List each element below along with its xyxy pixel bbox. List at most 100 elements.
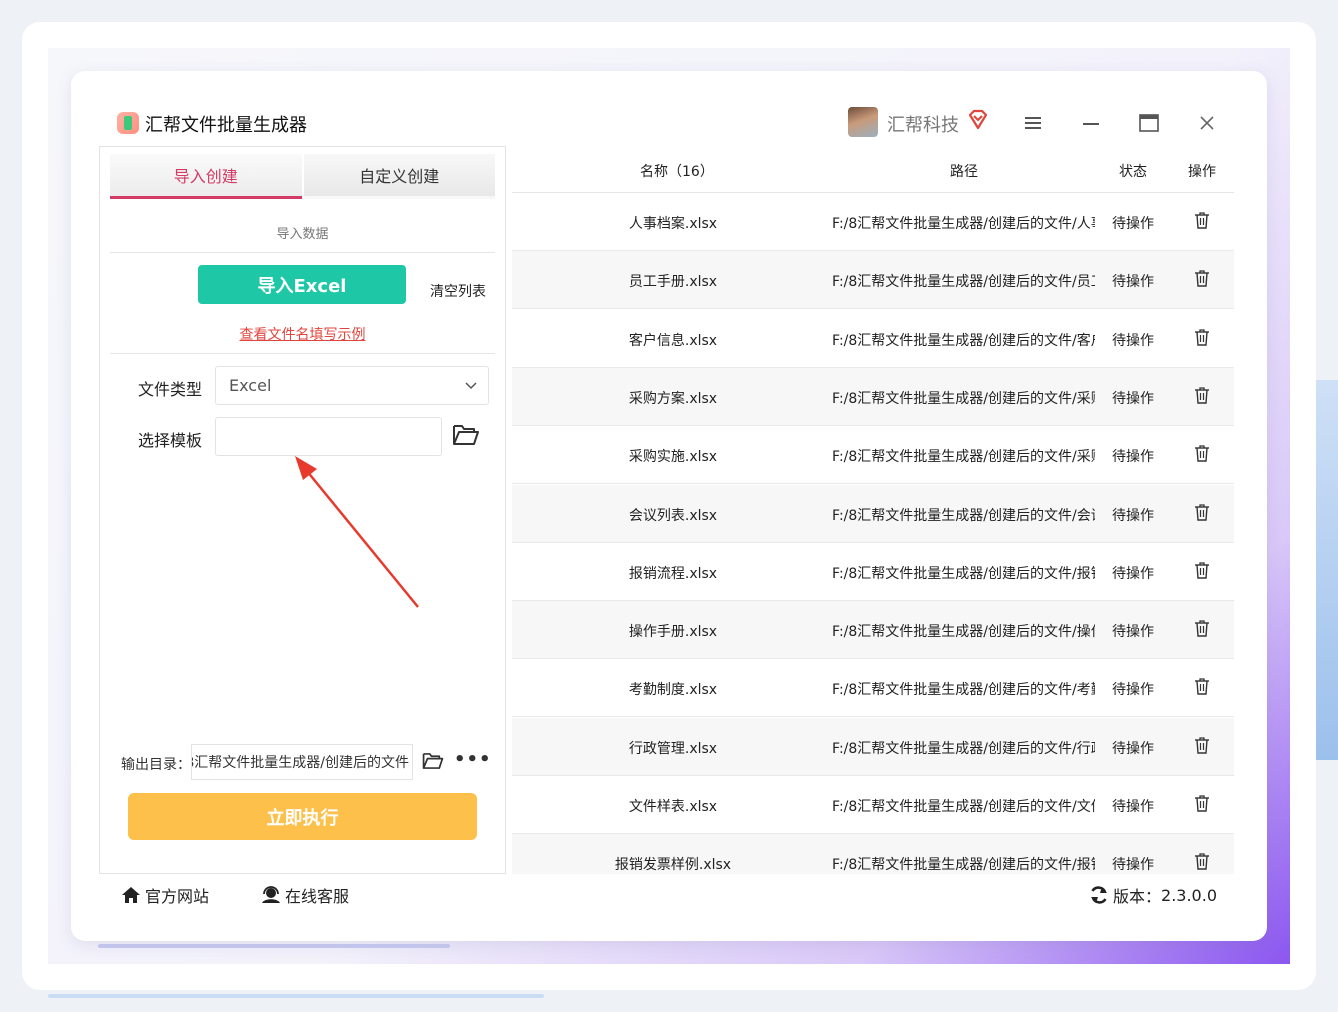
tab-import-create[interactable]: 导入创建 (110, 154, 302, 199)
file-path-cell: F:/8汇帮文件批量生成器/创建后的文件/客户信息.xlsx (832, 332, 1095, 349)
table-row[interactable]: 采购实施.xlsx F:/8汇帮文件批量生成器/创建后的文件/采购实施.xlsx 待… (512, 426, 1234, 485)
folder-open-icon (453, 425, 479, 445)
status-cell: 待操作 (1112, 216, 1154, 232)
headset-icon (262, 886, 280, 903)
trash-icon (1195, 503, 1209, 521)
output-dir-input[interactable]: F:/8汇帮文件批量生成器/创建后的文件 (191, 744, 413, 780)
status-cell: 待操作 (1112, 274, 1154, 291)
table-row[interactable]: 报销流程.xlsx F:/8汇帮文件批量生成器/创建后的文件/报销流程.xlsx 待… (512, 543, 1234, 601)
delete-button[interactable] (1194, 736, 1210, 758)
file-name-cell: 报销流程.xlsx (628, 565, 718, 582)
file-type-label: 文件类型 (138, 380, 203, 399)
maximize-button[interactable] (1135, 109, 1163, 137)
app-logo-icon (117, 112, 139, 134)
status-cell: 待操作 (1112, 449, 1154, 466)
close-icon (1200, 116, 1214, 130)
file-path-cell: F:/8汇帮文件批量生成器/创建后的文件/人事档案.xlsx (832, 216, 1095, 232)
minimize-button[interactable] (1077, 109, 1105, 137)
trash-icon (1195, 737, 1209, 754)
hamburger-menu-icon (1025, 117, 1041, 129)
online-support-label: 在线客服 (285, 887, 350, 906)
table-row[interactable]: 员工手册.xlsx F:/8汇帮文件批量生成器/创建后的文件/员工手册.xlsx 待… (512, 251, 1234, 310)
output-dir-label: 输出目录： (121, 757, 191, 773)
file-path-cell: F:/8汇帮文件批量生成器/创建后的文件/文件样表.xlsx (832, 799, 1095, 815)
run-now-button[interactable]: 立即执行 (128, 793, 477, 840)
app-window: 汇帮文件批量生成器 汇帮科技 导入创建 自定义创建 导入数据 导入Excel 清… (71, 71, 1267, 941)
file-path-cell: F:/8汇帮文件批量生成器/创建后的文件/考勤制度.xlsx (832, 682, 1095, 699)
status-cell: 待操作 (1112, 799, 1154, 815)
import-excel-button[interactable]: 导入Excel (198, 265, 406, 304)
status-cell: 待操作 (1112, 624, 1154, 641)
table-row[interactable]: 会议列表.xlsx F:/8汇帮文件批量生成器/创建后的文件/会议列表.xlsx 待… (512, 484, 1234, 543)
file-name-cell: 行政管理.xlsx (628, 740, 718, 757)
online-support-link[interactable]: 在线客服 (261, 883, 349, 907)
table-header: 名称（16） 路径 状态 操作 (512, 146, 1234, 193)
trash-icon (1195, 853, 1209, 870)
file-path-cell: F:/8汇帮文件批量生成器/创建后的文件/行政管理.xlsx (832, 740, 1095, 757)
official-website-link[interactable]: 官方网站 (121, 883, 209, 907)
maximize-icon (1139, 114, 1159, 132)
table-row[interactable]: 行政管理.xlsx F:/8汇帮文件批量生成器/创建后的文件/行政管理.xlsx 待… (512, 717, 1234, 776)
trash-icon (1195, 270, 1209, 287)
delete-button[interactable] (1194, 794, 1210, 816)
section-label: 导入数据 (276, 227, 329, 242)
user-name[interactable]: 汇帮科技 (887, 111, 959, 137)
output-browse-button[interactable] (421, 750, 445, 772)
delete-button[interactable] (1194, 677, 1210, 699)
home-icon (122, 887, 140, 903)
status-cell: 待操作 (1112, 682, 1154, 699)
table-row[interactable]: 客户信息.xlsx F:/8汇帮文件批量生成器/创建后的文件/客户信息.xlsx 待… (512, 310, 1234, 368)
table-row[interactable]: 文件样表.xlsx F:/8汇帮文件批量生成器/创建后的文件/文件样表.xlsx 待… (512, 776, 1234, 834)
version-label: 版本： (1113, 887, 1162, 906)
delete-button[interactable] (1194, 619, 1210, 641)
status-cell: 待操作 (1112, 390, 1154, 407)
template-browse-button[interactable] (451, 421, 481, 449)
delete-button[interactable] (1194, 269, 1210, 291)
mode-tabs: 导入创建 自定义创建 (110, 154, 495, 199)
file-type-value: Excel (229, 376, 272, 395)
file-type-select[interactable]: Excel (215, 366, 489, 405)
background-accent (1316, 380, 1338, 760)
file-name-cell: 考勤制度.xlsx (628, 682, 718, 699)
file-path-cell: F:/8汇帮文件批量生成器/创建后的文件/报销流程.xlsx (832, 565, 1095, 582)
vip-diamond-icon[interactable] (967, 109, 989, 131)
delete-button[interactable] (1194, 386, 1210, 408)
user-avatar[interactable] (848, 107, 878, 137)
file-name-cell: 人事档案.xlsx (628, 216, 718, 232)
status-cell: 待操作 (1112, 857, 1154, 874)
table-row[interactable]: 报销发票样例.xlsx F:/8汇帮文件批量生成器/创建后的文件/报销发票样例.x… (512, 834, 1234, 874)
annotation-arrow (295, 456, 419, 608)
trash-icon (1195, 795, 1209, 812)
filename-example-link[interactable]: 查看文件名填写示例 (100, 324, 505, 344)
trash-icon (1195, 678, 1209, 696)
table-row[interactable]: 操作手册.xlsx F:/8汇帮文件批量生成器/创建后的文件/操作手册.xlsx 待… (512, 601, 1234, 660)
menu-button[interactable] (1019, 109, 1047, 137)
clear-list-link[interactable]: 清空列表 (430, 281, 486, 301)
output-dir-value: F:/8汇帮文件批量生成器/创建后的文件 (191, 755, 409, 771)
delete-button[interactable] (1194, 328, 1210, 350)
more-options-button[interactable]: ••• (454, 749, 492, 770)
file-path-cell: F:/8汇帮文件批量生成器/创建后的文件/报销发票样例.xlsx (832, 857, 1095, 874)
close-button[interactable] (1193, 109, 1221, 137)
folder-open-icon (422, 753, 444, 769)
file-name-cell: 报销发票样例.xlsx (614, 857, 732, 874)
delete-button[interactable] (1194, 561, 1210, 583)
left-panel: 导入创建 自定义创建 导入数据 导入Excel 清空列表 查看文件名填写示例 文… (99, 146, 506, 874)
version-number: 2.3.0.0 (1161, 885, 1217, 905)
delete-button[interactable] (1194, 503, 1210, 525)
trash-icon (1195, 562, 1209, 579)
tab-custom-create[interactable]: 自定义创建 (301, 154, 495, 199)
trash-icon (1195, 620, 1209, 637)
file-name-cell: 采购实施.xlsx (628, 449, 718, 466)
table-row[interactable]: 采购方案.xlsx F:/8汇帮文件批量生成器/创建后的文件/采购方案.xlsx 待… (512, 367, 1234, 426)
delete-button[interactable] (1194, 852, 1210, 874)
file-name-cell: 会议列表.xlsx (628, 507, 718, 524)
version-info[interactable]: 版本： 2.3.0.0 (1089, 883, 1217, 907)
table-row[interactable]: 考勤制度.xlsx F:/8汇帮文件批量生成器/创建后的文件/考勤制度.xlsx 待… (512, 659, 1234, 718)
table-row[interactable]: 人事档案.xlsx F:/8汇帮文件批量生成器/创建后的文件/人事档案.xlsx 待… (512, 193, 1234, 251)
file-path-cell: F:/8汇帮文件批量生成器/创建后的文件/会议列表.xlsx (832, 507, 1095, 524)
status-cell: 待操作 (1112, 740, 1154, 757)
header-status: 状态 (1119, 164, 1147, 180)
delete-button[interactable] (1194, 211, 1210, 233)
delete-button[interactable] (1194, 444, 1210, 466)
